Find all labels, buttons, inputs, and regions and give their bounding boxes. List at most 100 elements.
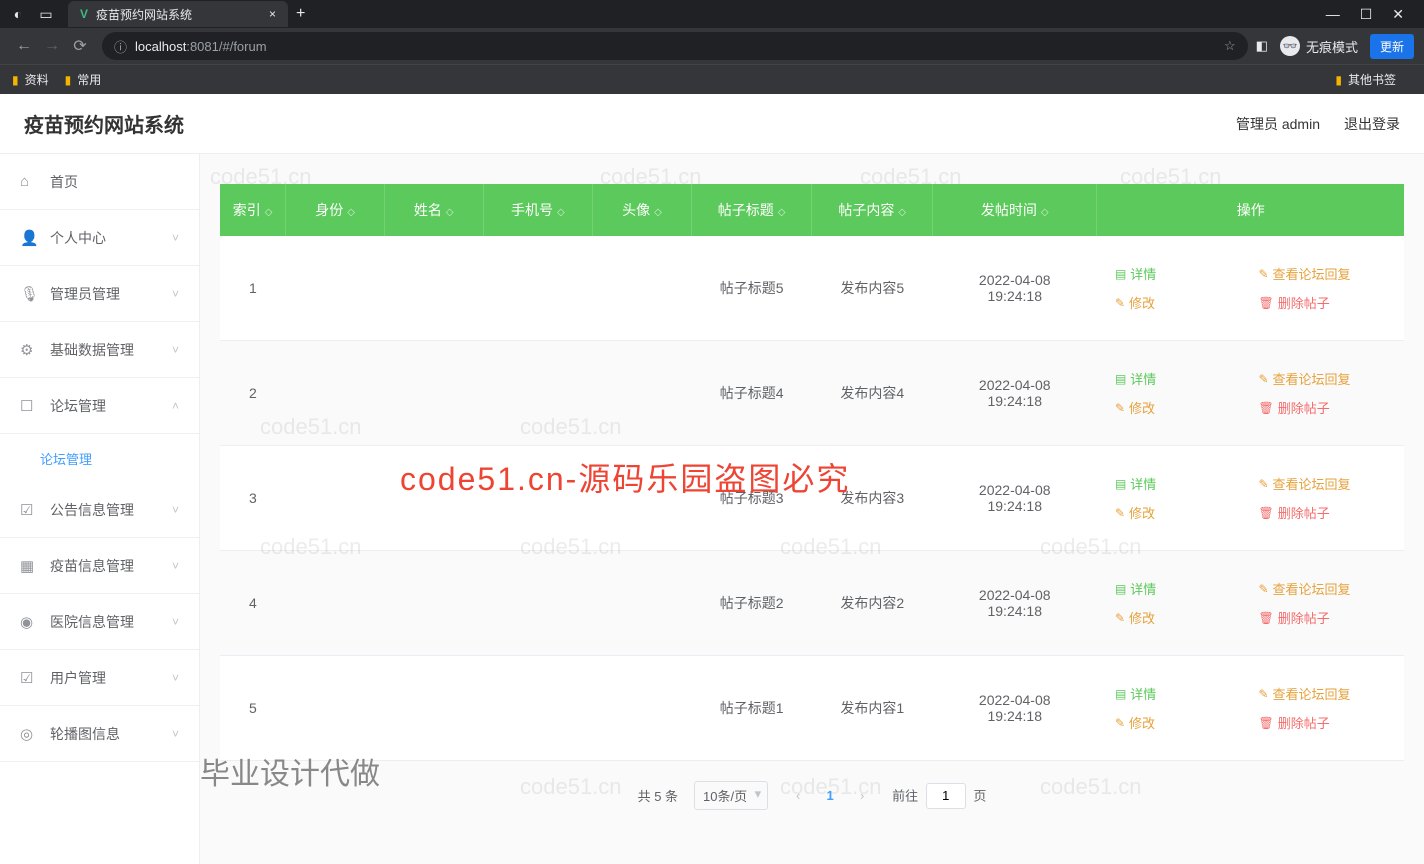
column-header[interactable]: 姓名◇	[384, 184, 483, 236]
tab-close-button[interactable]: ×	[269, 7, 276, 21]
delete-button[interactable]: 🗑删除帖子	[1258, 713, 1386, 732]
delete-button[interactable]: 🗑删除帖子	[1258, 398, 1386, 417]
chevron-down-icon: ˅	[172, 727, 179, 741]
sidebar-item[interactable]: ☑ 用户管理 ˅	[0, 650, 199, 706]
detail-button[interactable]: ▤详情	[1115, 474, 1243, 493]
edit-button[interactable]: ✎修改	[1115, 293, 1243, 312]
cell-name	[384, 341, 483, 446]
user-role-label: 管理员 admin	[1236, 114, 1320, 134]
menu-icon: ▦	[20, 557, 40, 575]
delete-button[interactable]: 🗑删除帖子	[1258, 293, 1386, 312]
sidebar-item[interactable]: ☐ 论坛管理 ˄	[0, 378, 199, 434]
detail-button[interactable]: ▤详情	[1115, 369, 1243, 388]
sidebar-item[interactable]: ⚙ 基础数据管理 ˅	[0, 322, 199, 378]
menu-icon: ☐	[20, 397, 40, 415]
chevron-down-icon: ˅	[172, 559, 179, 573]
trash-icon: 🗑	[1258, 401, 1273, 415]
goto-page-input[interactable]	[926, 783, 966, 809]
other-bookmarks[interactable]: ▮ 其他书签	[1335, 71, 1396, 88]
logout-link[interactable]: 退出登录	[1344, 114, 1400, 134]
address-bar: ← → ⟳ ⓘ localhost :8081/#/forum ☆ ◧ 👓 无痕…	[0, 28, 1424, 64]
cell-index: 4	[220, 551, 286, 656]
column-header[interactable]: 发帖时间◇	[933, 184, 1097, 236]
cell-phone	[483, 341, 593, 446]
document-icon: ▤	[1115, 687, 1126, 701]
page-number[interactable]: 1	[816, 782, 844, 810]
url-input[interactable]: ⓘ localhost :8081/#/forum ☆	[102, 32, 1248, 60]
column-header[interactable]: 帖子内容◇	[812, 184, 933, 236]
forum-table: 索引◇身份◇姓名◇手机号◇头像◇帖子标题◇帖子内容◇发帖时间◇操作 1 帖子标题…	[220, 184, 1404, 761]
column-header[interactable]: 索引◇	[220, 184, 286, 236]
update-button[interactable]: 更新	[1370, 34, 1414, 59]
cell-index: 1	[220, 236, 286, 341]
sidebar-item[interactable]: 👤 个人中心 ˅	[0, 210, 199, 266]
back-button[interactable]: ←	[10, 32, 38, 60]
edit-button[interactable]: ✎修改	[1115, 713, 1243, 732]
page-size-select[interactable]: 10条/页	[694, 781, 768, 810]
column-header[interactable]: 帖子标题◇	[691, 184, 812, 236]
browser-tab[interactable]: V 疫苗预约网站系统 ×	[68, 1, 288, 27]
extensions-icon[interactable]: ◧	[1256, 38, 1268, 54]
menu-label: 公告信息管理	[50, 500, 172, 520]
delete-button[interactable]: 🗑删除帖子	[1258, 608, 1386, 627]
view-reply-button[interactable]: ✎查看论坛回复	[1258, 474, 1386, 493]
sidebar-item[interactable]: 🎙 管理员管理 ˅	[0, 266, 199, 322]
column-header[interactable]: 身份◇	[286, 184, 385, 236]
table-row: 1 帖子标题5 发布内容5 2022-04-0819:24:18 ▤详情 ✎查看…	[220, 236, 1404, 341]
next-page-button[interactable]: ›	[848, 782, 876, 810]
new-tab-button[interactable]: +	[296, 5, 305, 23]
cell-name	[384, 656, 483, 761]
sidebar-item[interactable]: ▦ 疫苗信息管理 ˅	[0, 538, 199, 594]
sidebar: ⌂ 首页 👤 个人中心 ˅🎙 管理员管理 ˅⚙ 基础数据管理 ˅☐ 论坛管理 ˄…	[0, 154, 200, 864]
delete-button[interactable]: 🗑删除帖子	[1258, 503, 1386, 522]
menu-icon: ◉	[20, 613, 40, 631]
app-root: 疫苗预约网站系统 管理员 admin 退出登录 ⌂ 首页 👤 个人中心 ˅🎙 管…	[0, 94, 1424, 864]
detail-button[interactable]: ▤详情	[1115, 264, 1243, 283]
detail-button[interactable]: ▤详情	[1115, 684, 1243, 703]
column-header[interactable]: 头像◇	[593, 184, 692, 236]
app-icon: ▭	[36, 4, 56, 24]
forward-button[interactable]: →	[38, 32, 66, 60]
bookmark-star-icon[interactable]: ☆	[1224, 38, 1236, 54]
sidebar-item[interactable]: ☑ 公告信息管理 ˅	[0, 482, 199, 538]
edit-button[interactable]: ✎修改	[1115, 608, 1243, 627]
view-reply-button[interactable]: ✎查看论坛回复	[1258, 579, 1386, 598]
url-host: localhost	[135, 39, 186, 54]
cell-index: 3	[220, 446, 286, 551]
folder-icon: ▮	[1335, 73, 1342, 87]
cell-index: 2	[220, 341, 286, 446]
close-window-button[interactable]: ✕	[1392, 6, 1404, 23]
view-reply-button[interactable]: ✎查看论坛回复	[1258, 684, 1386, 703]
sidebar-item[interactable]: ◎ 轮播图信息 ˅	[0, 706, 199, 762]
sidebar-item[interactable]: ◉ 医院信息管理 ˅	[0, 594, 199, 650]
view-reply-button[interactable]: ✎查看论坛回复	[1258, 264, 1386, 283]
info-icon: ⓘ	[114, 37, 127, 56]
sidebar-item[interactable]: ⌂ 首页	[0, 154, 199, 210]
menu-label: 医院信息管理	[50, 612, 172, 632]
view-reply-button[interactable]: ✎查看论坛回复	[1258, 369, 1386, 388]
cell-ops: ▤详情 ✎查看论坛回复 ✎修改 🗑删除帖子	[1097, 446, 1404, 551]
trash-icon: 🗑	[1258, 296, 1273, 310]
reload-button[interactable]: ⟳	[66, 32, 94, 60]
sort-icon: ◇	[654, 207, 662, 218]
cell-title: 帖子标题1	[691, 656, 812, 761]
edit-button[interactable]: ✎修改	[1115, 503, 1243, 522]
bookmark-folder[interactable]: ▮ 资料	[12, 71, 49, 88]
sidebar-subitem[interactable]: 论坛管理	[0, 434, 199, 482]
table-row: 5 帖子标题1 发布内容1 2022-04-0819:24:18 ▤详情 ✎查看…	[220, 656, 1404, 761]
edit-icon: ✎	[1115, 611, 1125, 625]
document-icon: ▤	[1115, 267, 1126, 281]
edit-button[interactable]: ✎修改	[1115, 398, 1243, 417]
maximize-button[interactable]: ☐	[1360, 6, 1373, 23]
menu-label: 管理员管理	[50, 284, 172, 304]
column-header[interactable]: 操作	[1097, 184, 1404, 236]
sort-icon: ◇	[778, 207, 786, 218]
cell-time: 2022-04-0819:24:18	[933, 446, 1097, 551]
bookmark-folder[interactable]: ▮ 常用	[65, 71, 102, 88]
column-header[interactable]: 手机号◇	[483, 184, 593, 236]
browser-chrome: ◐ ▭ V 疫苗预约网站系统 × + — ☐ ✕ ← → ⟳ ⓘ localho…	[0, 0, 1424, 94]
url-path: :8081/#/forum	[186, 39, 266, 54]
detail-button[interactable]: ▤详情	[1115, 579, 1243, 598]
prev-page-button[interactable]: ‹	[784, 782, 812, 810]
minimize-button[interactable]: —	[1326, 6, 1340, 23]
